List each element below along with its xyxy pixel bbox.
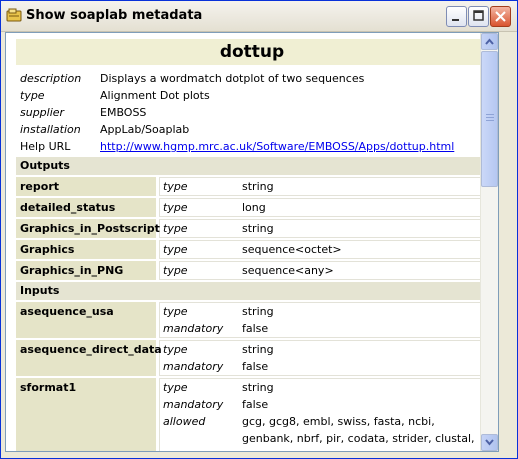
- attr-key: type: [163, 222, 188, 235]
- output-param: Graphics type sequence<octet>: [16, 240, 488, 259]
- param-name: Graphics_in_Postscript: [16, 219, 160, 238]
- attr-key: type: [163, 264, 188, 277]
- attr-value: long: [242, 201, 266, 214]
- input-param: asequence_direct_data type string mandato…: [16, 340, 488, 376]
- chevron-up-icon: [485, 38, 494, 45]
- meta-value: EMBOSS: [100, 106, 147, 119]
- minimize-icon: [452, 19, 459, 21]
- meta-value: Displays a wordmatch dotplot of two sequ…: [100, 72, 365, 85]
- vertical-scrollbar[interactable]: [480, 33, 498, 451]
- attr-key: type: [163, 243, 188, 256]
- attr-key: mandatory: [163, 398, 224, 411]
- param-name: report: [16, 177, 156, 196]
- attr-key: mandatory: [163, 360, 224, 373]
- meta-key: Help URL: [20, 140, 71, 153]
- output-param: report type string: [16, 177, 488, 196]
- attr-key: type: [163, 201, 188, 214]
- attr-value: string: [242, 222, 274, 235]
- attr-key: type: [163, 305, 188, 318]
- maximize-button[interactable]: [468, 6, 489, 27]
- meta-key: installation: [20, 123, 81, 136]
- meta-row-type: type Alignment Dot plots: [16, 87, 488, 104]
- meta-value: AppLab/Soaplab: [100, 123, 190, 136]
- attr-value: string: [242, 343, 274, 356]
- title-bar[interactable]: Show soaplab metadata: [1, 1, 517, 32]
- inputs-header: Inputs: [16, 282, 488, 300]
- app-icon: [6, 8, 22, 22]
- attr-value: string: [242, 381, 274, 394]
- param-name: asequence_usa: [16, 302, 156, 338]
- meta-row-description: description Displays a wordmatch dotplot…: [16, 70, 488, 87]
- input-param: asequence_usa type string mandatory false: [16, 302, 488, 338]
- scroll-up-button[interactable]: [481, 33, 498, 50]
- output-param: detailed_status type long: [16, 198, 488, 217]
- meta-key: supplier: [20, 106, 65, 119]
- attr-key: type: [163, 343, 188, 356]
- param-name: Graphics_in_PNG: [16, 261, 156, 280]
- scroll-thumb[interactable]: [481, 51, 498, 187]
- scroll-down-button[interactable]: [481, 434, 498, 451]
- meta-row-supplier: supplier EMBOSS: [16, 104, 488, 121]
- help-url-link[interactable]: http://www.hgmp.mrc.ac.uk/Software/EMBOS…: [100, 140, 454, 153]
- window-title: Show soaplab metadata: [26, 8, 203, 23]
- param-name: asequence_direct_data: [16, 340, 162, 376]
- close-icon: [495, 11, 506, 22]
- outputs-header: Outputs: [16, 157, 488, 175]
- attr-value: false: [242, 398, 269, 411]
- attr-value: sequence<any>: [242, 264, 334, 277]
- meta-key: description: [20, 72, 82, 85]
- meta-row-help-url: Help URL http://www.hgmp.mrc.ac.uk/Softw…: [16, 138, 488, 155]
- attr-value: string: [242, 305, 274, 318]
- attr-key: allowed: [163, 415, 206, 428]
- meta-value: Alignment Dot plots: [100, 89, 210, 102]
- meta-key: type: [20, 89, 45, 102]
- attr-value: string: [242, 180, 274, 193]
- thumb-grip: [486, 117, 494, 118]
- metadata-window: Show soaplab metadata dottup description…: [0, 0, 518, 459]
- attr-value: false: [242, 360, 269, 373]
- input-param: sformat1 type string mandatory false allow…: [16, 378, 488, 451]
- chevron-down-icon: [485, 439, 494, 446]
- thumb-grip: [486, 120, 494, 121]
- attr-value: false: [242, 322, 269, 335]
- output-param: Graphics_in_PNG type sequence<any>: [16, 261, 488, 280]
- attr-key: type: [163, 180, 188, 193]
- output-param: Graphics_in_Postscript type string: [16, 219, 488, 238]
- attr-key: mandatory: [163, 322, 224, 335]
- attr-key: type: [163, 381, 188, 394]
- tool-name: dottup: [16, 39, 488, 65]
- param-name: sformat1: [16, 378, 156, 451]
- attr-value: sequence<octet>: [242, 243, 342, 256]
- minimize-button[interactable]: [446, 6, 467, 27]
- param-name: Graphics: [16, 240, 156, 259]
- metadata-panel[interactable]: dottup description Displays a wordmatch …: [5, 32, 499, 452]
- close-button[interactable]: [490, 6, 511, 27]
- maximize-icon: [473, 10, 484, 21]
- thumb-grip: [486, 114, 494, 115]
- attr-value: gcg, gcg8, embl, swiss, fasta, ncbi, gen…: [242, 415, 475, 451]
- param-name: detailed_status: [16, 198, 156, 217]
- meta-row-installation: installation AppLab/Soaplab: [16, 121, 488, 138]
